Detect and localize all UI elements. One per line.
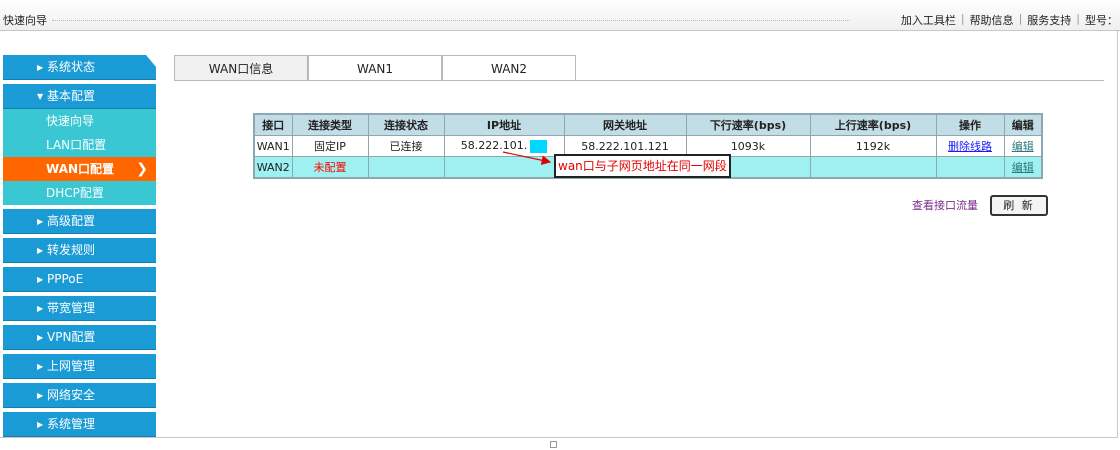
sidebar-item-vpn[interactable]: ▶ VPN配置 bbox=[3, 325, 156, 350]
cell-conn-status bbox=[367, 156, 445, 179]
column-header: 操作 bbox=[935, 113, 1005, 136]
separator: | bbox=[1018, 12, 1023, 25]
cell-ip bbox=[443, 156, 565, 179]
sidebar-item-label: 系统管理 bbox=[47, 417, 96, 431]
sidebar-item-label: 上网管理 bbox=[47, 359, 96, 373]
cell-interface: WAN2 bbox=[253, 156, 293, 179]
cell-up-rate bbox=[809, 156, 937, 179]
tab-wan-info[interactable]: WAN口信息 bbox=[174, 55, 308, 80]
view-traffic-link[interactable]: 查看接口流量 bbox=[912, 197, 978, 213]
tab-underline bbox=[174, 80, 1104, 81]
arrow-right-icon: ▶ bbox=[37, 63, 44, 72]
ip-text: 58.222.101. bbox=[460, 139, 528, 153]
sidebar-item-internet-mgmt[interactable]: ▶ 上网管理 bbox=[3, 354, 156, 379]
arrow-right-icon: ▶ bbox=[37, 246, 44, 255]
sidebar-item-system-mgmt[interactable]: ▶ 系统管理 bbox=[3, 412, 156, 437]
separator: | bbox=[1076, 12, 1080, 25]
support-link[interactable]: 服务支持 bbox=[1025, 12, 1073, 28]
redacted-block bbox=[530, 139, 548, 153]
breadcrumb: 快速向导 bbox=[3, 14, 47, 27]
annotation-box: wan口与子网页地址在同一网段 bbox=[554, 154, 731, 178]
resize-handle bbox=[550, 441, 557, 448]
help-link[interactable]: 帮助信息 bbox=[968, 12, 1016, 28]
submenu-item-lan-config[interactable]: LAN口配置 bbox=[3, 133, 156, 157]
cell-conn-status: 已连接 bbox=[367, 135, 445, 157]
arrow-right-icon: ▶ bbox=[37, 304, 44, 313]
sidebar-item-advanced-config[interactable]: ▶ 高级配置 bbox=[3, 209, 156, 234]
cell-conn-type: 未配置 bbox=[291, 156, 369, 179]
column-header: 网关地址 bbox=[563, 113, 687, 136]
arrow-right-icon: ▶ bbox=[37, 333, 44, 342]
column-header: 上行速率(bps) bbox=[809, 113, 937, 136]
sidebar: ▶ 系统状态 ▼ 基本配置 快速向导 LAN口配置 WAN口配置 ❯ DHCP配… bbox=[3, 55, 156, 441]
sidebar-item-label: VPN配置 bbox=[47, 330, 96, 344]
sidebar-item-basic-config[interactable]: ▼ 基本配置 bbox=[3, 84, 156, 109]
chevron-right-icon: ❯ bbox=[136, 161, 148, 177]
edit-link[interactable]: 编辑 bbox=[1003, 135, 1043, 157]
column-header: 连接状态 bbox=[367, 113, 445, 136]
model-label: 型号： bbox=[1085, 14, 1118, 27]
divider bbox=[52, 20, 850, 21]
table-header-row: 接口 连接类型 连接状态 IP地址 网关地址 下行速率(bps) 上行速率(bp… bbox=[253, 113, 1043, 136]
sidebar-item-label: 高级配置 bbox=[47, 214, 96, 228]
sidebar-item-label: 带宽管理 bbox=[47, 301, 96, 315]
tab-wan2[interactable]: WAN2 bbox=[442, 55, 576, 80]
sidebar-item-bandwidth[interactable]: ▶ 带宽管理 bbox=[3, 296, 156, 321]
cell-ip: 58.222.101. bbox=[443, 135, 565, 157]
arrow-down-icon: ▼ bbox=[37, 92, 44, 101]
sidebar-item-label: 转发规则 bbox=[47, 243, 96, 257]
separator: | bbox=[960, 12, 965, 25]
arrow-right-icon: ▶ bbox=[37, 420, 44, 429]
sidebar-item-label: 网络安全 bbox=[47, 388, 96, 402]
column-header: 下行速率(bps) bbox=[685, 113, 811, 136]
sidebar-item-label: 系统状态 bbox=[47, 60, 96, 74]
top-bar: 快速向导 加入工具栏 | 帮助信息 | 服务支持 | 型号： bbox=[0, 0, 1120, 31]
arrow-right-icon: ▶ bbox=[37, 275, 44, 284]
sidebar-item-label: 基本配置 bbox=[47, 89, 96, 103]
sidebar-item-forwarding-rules[interactable]: ▶ 转发规则 bbox=[3, 238, 156, 263]
sidebar-item-pppoe[interactable]: ▶ PPPoE bbox=[3, 267, 156, 292]
submenu-item-label: WAN口配置 bbox=[46, 162, 115, 176]
cell-up-rate: 1192k bbox=[809, 135, 937, 157]
cell-conn-type: 固定IP bbox=[291, 135, 369, 157]
arrow-right-icon: ▶ bbox=[37, 391, 44, 400]
tab-bar: WAN口信息 WAN1 WAN2 bbox=[174, 55, 576, 80]
delete-line-link[interactable]: 删除线路 bbox=[935, 135, 1005, 157]
arrow-right-icon: ▶ bbox=[37, 362, 44, 371]
refresh-button[interactable]: 刷 新 bbox=[990, 195, 1048, 216]
sidebar-item-network-security[interactable]: ▶ 网络安全 bbox=[3, 383, 156, 408]
content-frame bbox=[0, 30, 1118, 438]
tab-wan1[interactable]: WAN1 bbox=[308, 55, 442, 80]
cell-operation bbox=[935, 156, 1005, 179]
column-header: 编辑 bbox=[1003, 113, 1043, 136]
submenu-item-wan-config[interactable]: WAN口配置 ❯ bbox=[3, 157, 156, 181]
sidebar-item-system-status[interactable]: ▶ 系统状态 bbox=[3, 55, 156, 80]
column-header: IP地址 bbox=[443, 113, 565, 136]
edit-link[interactable]: 编辑 bbox=[1003, 156, 1043, 179]
submenu-item-quick-wizard[interactable]: 快速向导 bbox=[3, 109, 156, 133]
cell-interface: WAN1 bbox=[253, 135, 293, 157]
column-header: 接口 bbox=[253, 113, 293, 136]
add-toolbar-link[interactable]: 加入工具栏 bbox=[899, 12, 958, 28]
arrow-right-icon: ▶ bbox=[37, 217, 44, 226]
submenu: 快速向导 LAN口配置 WAN口配置 ❯ DHCP配置 bbox=[3, 109, 156, 205]
top-links: 加入工具栏 | 帮助信息 | 服务支持 | 型号： bbox=[899, 12, 1120, 28]
submenu-item-dhcp-config[interactable]: DHCP配置 bbox=[3, 181, 156, 205]
column-header: 连接类型 bbox=[291, 113, 369, 136]
